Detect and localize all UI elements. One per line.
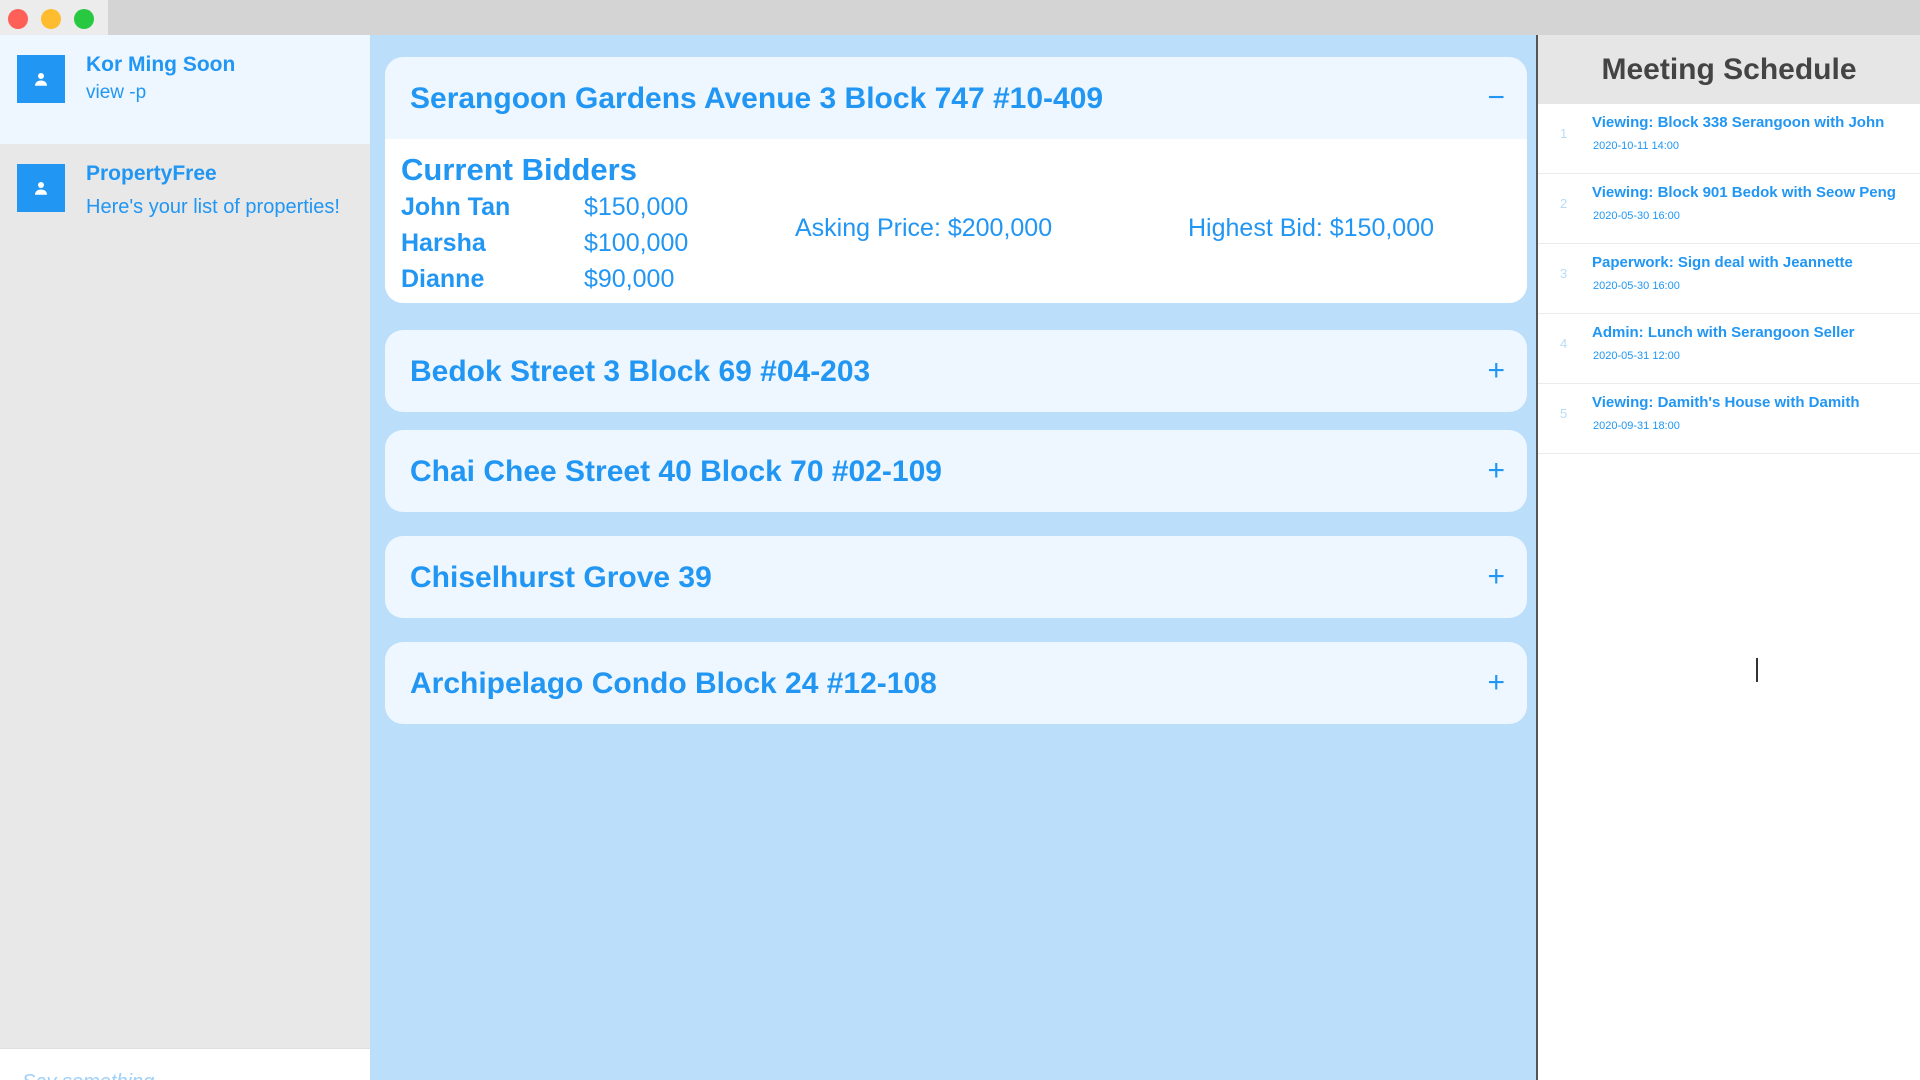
schedule-item-number: 5 [1560,406,1568,421]
bidder-amount: $150,000 [584,193,689,221]
schedule-item[interactable]: 3 Paperwork: Sign deal with Jeannette 20… [1538,244,1920,314]
schedule-item-title: Paperwork: Sign deal with Jeannette [1592,254,1853,271]
expand-icon[interactable]: + [1487,557,1505,597]
expand-icon[interactable]: + [1487,351,1505,391]
chat-input-bar [0,1048,370,1080]
bidder-name: John Tan [401,193,511,221]
property-title: Chiselhurst Grove 39 [410,561,712,594]
window-close-button[interactable] [8,9,28,29]
schedule-item-number: 3 [1560,266,1568,281]
message-sender: PropertyFree [86,162,217,185]
schedule-item-time: 2020-10-11 14:00 [1593,140,1680,152]
chat-input[interactable] [22,1067,302,1080]
chat-message-user: Kor Ming Soon view -p [0,35,370,144]
schedule-header: Meeting Schedule [1538,35,1920,104]
schedule-item-number: 4 [1560,336,1568,351]
schedule-item-title: Viewing: Block 901 Bedok with Seow Peng [1592,184,1896,201]
schedule-item-number: 2 [1560,196,1568,211]
bidders-heading: Current Bidders [401,152,637,187]
bidder-amount: $90,000 [584,265,675,293]
property-card[interactable]: Chai Chee Street 40 Block 70 #02-109 + [385,430,1527,512]
property-list: Serangoon Gardens Avenue 3 Block 747 #10… [370,35,1536,1080]
property-title: Serangoon Gardens Avenue 3 Block 747 #10… [410,82,1104,115]
schedule-item[interactable]: 1 Viewing: Block 338 Serangoon with John… [1538,104,1920,174]
text-cursor [1756,658,1758,682]
schedule-item-title: Viewing: Block 338 Serangoon with John [1592,114,1885,131]
property-title: Chai Chee Street 40 Block 70 #02-109 [410,455,942,488]
schedule-item[interactable]: 5 Viewing: Damith's House with Damith 20… [1538,384,1920,454]
window-titlebar [0,0,1920,35]
expand-icon[interactable]: + [1487,663,1505,703]
window-controls [0,0,108,35]
message-text: view -p [86,82,147,103]
property-details: Current Bidders John Tan $150,000 Harsha $… [385,139,1527,303]
chat-panel: Kor Ming Soon view -p PropertyFree Here'… [0,35,370,1080]
bidder-row: Harsha $100,000 [401,229,688,258]
bidder-row: John Tan $150,000 [401,193,688,222]
schedule-item[interactable]: 2 Viewing: Block 901 Bedok with Seow Pen… [1538,174,1920,244]
schedule-item-time: 2020-05-30 16:00 [1593,210,1680,222]
expand-icon[interactable]: + [1487,451,1505,491]
property-card[interactable]: Chiselhurst Grove 39 + [385,536,1527,618]
bidder-name: Harsha [401,229,486,257]
property-header[interactable]: Serangoon Gardens Avenue 3 Block 747 #10… [385,57,1527,139]
schedule-item-title: Viewing: Damith's House with Damith [1592,394,1860,411]
schedule-item[interactable]: 4 Admin: Lunch with Serangoon Seller 202… [1538,314,1920,384]
property-card[interactable]: Archipelago Condo Block 24 #12-108 + [385,642,1527,724]
schedule-item-time: 2020-05-30 16:00 [1593,280,1680,292]
schedule-item-time: 2020-09-31 18:00 [1593,420,1680,432]
person-icon [17,55,65,103]
window-maximize-button[interactable] [74,9,94,29]
property-card[interactable]: Bedok Street 3 Block 69 #04-203 + [385,330,1527,412]
schedule-item-title: Admin: Lunch with Serangoon Seller [1592,324,1855,341]
property-header[interactable]: Archipelago Condo Block 24 #12-108 + [385,642,1527,724]
property-title: Bedok Street 3 Block 69 #04-203 [410,355,871,388]
chat-message-bot: PropertyFree Here's your list of propert… [0,144,370,254]
asking-price: Asking Price: $200,000 [795,214,1053,242]
property-title: Archipelago Condo Block 24 #12-108 [410,667,937,700]
bidder-amount: $100,000 [584,229,689,257]
meeting-schedule-panel: Meeting Schedule 1 Viewing: Block 338 Se… [1536,35,1920,1080]
bidder-row: Dianne $90,000 [401,265,674,294]
window-minimize-button[interactable] [41,9,61,29]
property-header[interactable]: Chiselhurst Grove 39 + [385,536,1527,618]
highest-bid: Highest Bid: $150,000 [1188,214,1435,242]
schedule-title: Meeting Schedule [1601,52,1857,86]
message-sender: Kor Ming Soon [86,53,236,76]
property-header[interactable]: Chai Chee Street 40 Block 70 #02-109 + [385,430,1527,512]
schedule-item-time: 2020-05-31 12:00 [1593,350,1680,362]
property-header[interactable]: Bedok Street 3 Block 69 #04-203 + [385,330,1527,412]
message-text: Here's your list of properties! [86,196,340,218]
schedule-item-number: 1 [1560,126,1568,141]
collapse-icon[interactable]: − [1487,78,1505,118]
person-icon [17,164,65,212]
property-card[interactable]: Serangoon Gardens Avenue 3 Block 747 #10… [385,57,1527,303]
bidder-name: Dianne [401,265,485,293]
